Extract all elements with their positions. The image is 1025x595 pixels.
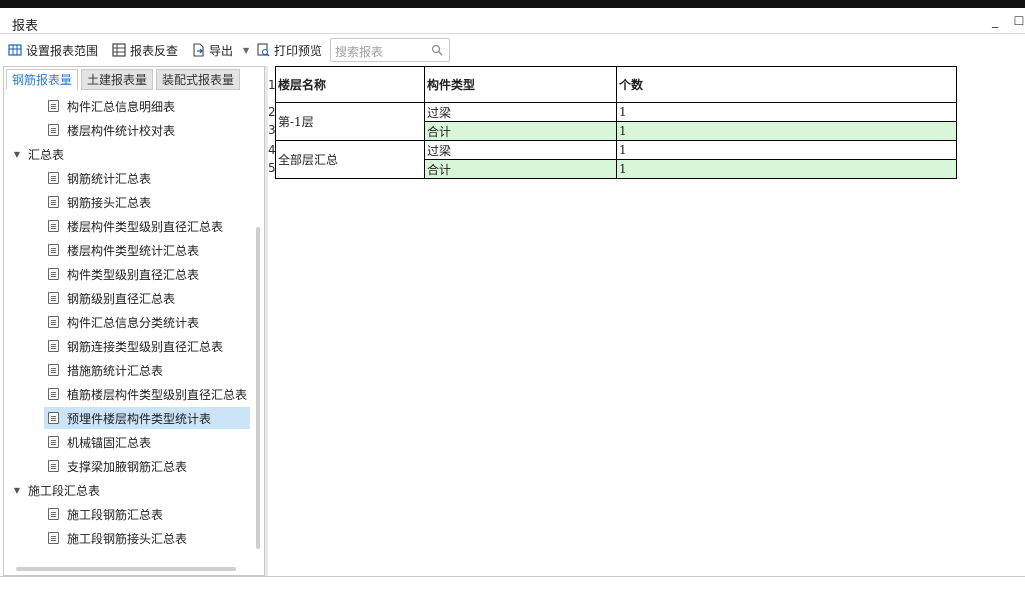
report-tree-panel: 钢筋报表量 土建报表量 装配式报表量 构件汇总信息明细表 楼层构件统计校对表 ▼…	[3, 66, 265, 576]
top-edge-strip	[0, 0, 1025, 8]
status-divider	[0, 576, 1025, 577]
document-icon	[48, 460, 59, 472]
set-range-label: 设置报表范围	[26, 43, 99, 58]
component-type-cell[interactable]: 合计	[424, 121, 617, 141]
search-icon[interactable]	[431, 44, 443, 56]
report-grid-area: 1 2 3 4 5 楼层名称 构件类型 个数 第-1层 过梁 1 合计 1 全部…	[268, 66, 1025, 576]
document-icon	[48, 532, 59, 544]
column-header: 楼层名称	[275, 66, 425, 103]
document-icon	[48, 412, 59, 424]
tab-prefab-report[interactable]: 装配式报表量	[156, 69, 241, 90]
table-icon	[112, 43, 126, 57]
tree-item-selected[interactable]: 预埋件楼层构件类型统计表	[44, 407, 250, 429]
document-icon	[48, 316, 59, 328]
document-icon	[48, 364, 59, 376]
set-range-button[interactable]: 设置报表范围	[8, 41, 98, 59]
column-header: 构件类型	[424, 66, 617, 103]
component-type-cell[interactable]: 合计	[424, 159, 617, 179]
document-icon	[48, 220, 59, 232]
tree-item[interactable]: 支撑梁加腋钢筋汇总表	[48, 455, 187, 477]
export-button[interactable]: 导出 ▼	[191, 41, 249, 59]
report-table: 楼层名称 构件类型 个数 第-1层 过梁 1 合计 1 全部层汇总 过梁 1 合…	[275, 66, 957, 179]
count-cell[interactable]: 1	[616, 121, 957, 141]
print-preview-icon	[257, 43, 270, 57]
document-icon	[48, 124, 59, 136]
tree-item[interactable]: 楼层构件类型统计汇总表	[48, 239, 199, 261]
column-header: 个数	[616, 66, 957, 103]
window-title: 报表	[12, 19, 39, 34]
tree-item[interactable]: 施工段钢筋汇总表	[48, 503, 163, 525]
tree-item[interactable]: 钢筋级别直径汇总表	[48, 287, 175, 309]
tree-item[interactable]: 施工段钢筋接头汇总表	[48, 527, 187, 549]
tab-civil-report[interactable]: 土建报表量	[81, 69, 154, 90]
count-cell[interactable]: 1	[616, 159, 957, 179]
document-icon	[48, 268, 59, 280]
tab-rebar-report[interactable]: 钢筋报表量	[6, 69, 79, 90]
export-label: 导出	[209, 43, 234, 58]
document-icon	[48, 292, 59, 304]
floor-name-cell[interactable]: 全部层汇总	[275, 140, 425, 179]
print-preview-button[interactable]: 打印预览	[256, 41, 322, 59]
vertical-scrollbar[interactable]	[256, 227, 260, 549]
document-icon	[48, 436, 59, 448]
tree-item[interactable]: 措施筋统计汇总表	[48, 359, 163, 381]
table-header-row: 楼层名称 构件类型 个数	[275, 66, 957, 103]
tree-item[interactable]: 钢筋统计汇总表	[48, 167, 151, 189]
chevron-down-icon[interactable]: ▼	[243, 46, 249, 55]
document-icon	[48, 172, 59, 184]
horizontal-scrollbar[interactable]	[16, 567, 236, 571]
component-type-cell[interactable]: 过梁	[424, 140, 617, 160]
tree-item[interactable]: 楼层构件类型级别直径汇总表	[48, 215, 223, 237]
print-preview-label: 打印预览	[274, 43, 323, 58]
document-icon	[48, 196, 59, 208]
search-box[interactable]: 搜索报表	[330, 38, 450, 62]
table-row[interactable]: 全部层汇总 过梁 1	[275, 140, 957, 179]
document-icon	[48, 388, 59, 400]
minimize-icon[interactable]: _	[988, 14, 1002, 28]
table-row[interactable]: 第-1层 过梁 1	[275, 102, 957, 141]
tree-item[interactable]: 楼层构件统计校对表	[48, 119, 175, 141]
tree-item[interactable]: 构件汇总信息明细表	[48, 95, 175, 117]
document-icon	[48, 340, 59, 352]
collapse-arrow-icon[interactable]: ▼	[12, 486, 22, 495]
document-icon	[48, 508, 59, 520]
maximize-icon[interactable]: ☐	[1012, 14, 1025, 28]
tree-item[interactable]: 植筋楼层构件类型级别直径汇总表	[48, 383, 247, 405]
tree-item[interactable]: 机械锚固汇总表	[48, 431, 151, 453]
tree-item[interactable]: 钢筋接头汇总表	[48, 191, 151, 213]
window-titlebar: 报表 _ ☐	[0, 8, 1025, 34]
report-type-tabs: 钢筋报表量 土建报表量 装配式报表量	[4, 67, 264, 90]
toolbar: 设置报表范围 报表反查 导出 ▼ 打印预览	[0, 35, 1025, 65]
floor-name-cell[interactable]: 第-1层	[275, 102, 425, 141]
count-cell[interactable]: 1	[616, 102, 957, 122]
search-input[interactable]: 搜索报表	[335, 43, 383, 60]
document-icon	[48, 100, 59, 112]
document-icon	[48, 244, 59, 256]
component-type-cell[interactable]: 过梁	[424, 102, 617, 122]
export-icon	[193, 43, 204, 57]
reverse-check-label: 报表反查	[130, 43, 179, 58]
reverse-check-button[interactable]: 报表反查	[112, 41, 178, 59]
grid-settings-icon	[8, 44, 22, 56]
tree-item[interactable]: 构件汇总信息分类统计表	[48, 311, 199, 333]
tree-group-construction-stage[interactable]: ▼ 施工段汇总表	[12, 479, 100, 501]
collapse-arrow-icon[interactable]: ▼	[12, 150, 22, 159]
tree-item[interactable]: 钢筋连接类型级别直径汇总表	[48, 335, 223, 357]
count-cell[interactable]: 1	[616, 140, 957, 160]
tree-group-summary[interactable]: ▼ 汇总表	[12, 143, 64, 165]
tree-item[interactable]: 构件类型级别直径汇总表	[48, 263, 199, 285]
